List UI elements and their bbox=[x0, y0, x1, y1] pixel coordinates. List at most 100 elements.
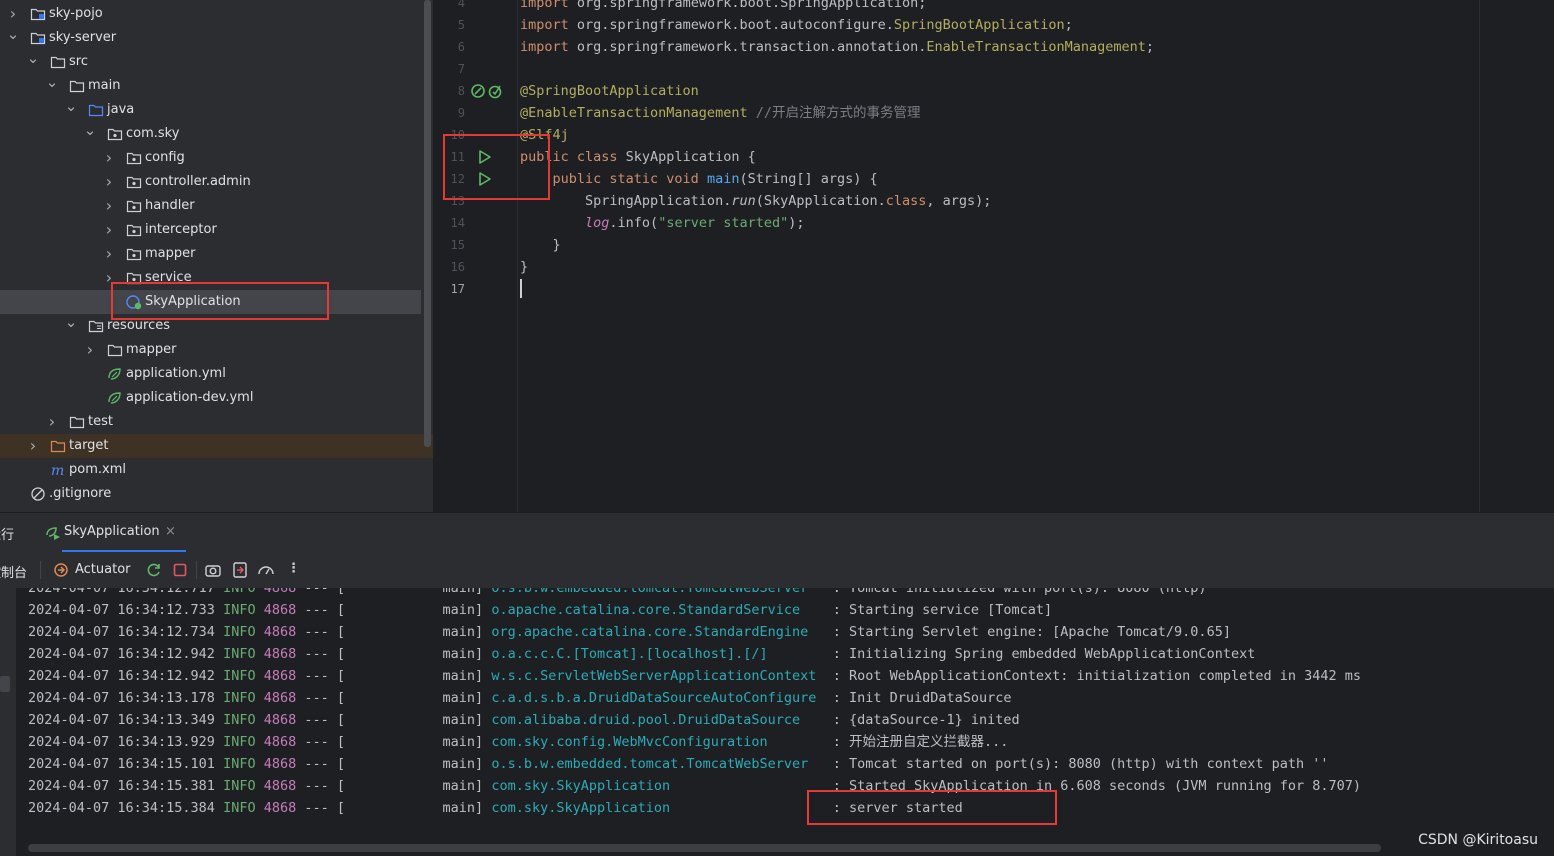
code-line-12: public static void main(String[] args) { bbox=[520, 171, 878, 187]
toolbar-divider bbox=[40, 561, 41, 579]
console-toolbar: 控制台 Actuator ⋮ bbox=[0, 552, 1554, 588]
tree-item-label: application-dev.yml bbox=[126, 390, 254, 405]
code-line-11: public class SkyApplication { bbox=[520, 149, 756, 165]
tree-item-target[interactable]: › target bbox=[0, 434, 433, 458]
package-icon bbox=[126, 174, 142, 190]
tree-item-label: com.sky bbox=[126, 126, 180, 141]
chevron-down-icon[interactable]: ⌄ bbox=[83, 118, 97, 142]
tree-item-application-dev-yml[interactable]: application-dev.yml bbox=[0, 386, 421, 410]
tree-item-gitignore[interactable]: .gitignore bbox=[0, 482, 421, 506]
tree-scrollbar[interactable] bbox=[424, 0, 431, 447]
horizontal-scrollbar[interactable] bbox=[28, 844, 1381, 852]
tree-item-controller-admin[interactable]: › controller.admin bbox=[0, 170, 421, 194]
stop-icon[interactable] bbox=[173, 563, 187, 577]
tree-item-label: pom.xml bbox=[69, 462, 126, 477]
chevron-right-icon[interactable]: › bbox=[102, 242, 116, 266]
svg-text:m: m bbox=[51, 463, 64, 478]
line-number: 15 bbox=[450, 238, 465, 252]
folder-icon bbox=[69, 414, 85, 430]
module-folder-icon bbox=[30, 6, 46, 22]
chevron-right-icon[interactable]: › bbox=[102, 170, 116, 194]
code-line-13: SpringApplication.run(SkyApplication.cla… bbox=[520, 193, 992, 209]
code-line-4: import org.springframework.boot.SpringAp… bbox=[520, 0, 927, 11]
chevron-right-icon[interactable]: › bbox=[102, 146, 116, 170]
tree-item-label: mapper bbox=[145, 246, 196, 261]
spring-yaml-icon bbox=[107, 390, 123, 406]
tree-item-src[interactable]: ⌄ src bbox=[0, 49, 421, 74]
excluded-folder-icon bbox=[50, 438, 66, 454]
tree-item-label: application.yml bbox=[126, 366, 226, 381]
camera-icon[interactable] bbox=[205, 563, 221, 577]
highlight-box-tree-skyapplication bbox=[111, 282, 329, 320]
close-icon[interactable]: × bbox=[165, 524, 176, 539]
tree-item-label: controller.admin bbox=[145, 174, 251, 189]
source-folder-icon bbox=[88, 102, 104, 118]
tree-item-label: handler bbox=[145, 198, 195, 213]
package-icon bbox=[126, 222, 142, 238]
more-options-icon[interactable]: ⋮ bbox=[287, 561, 300, 576]
console-side-toolbar bbox=[0, 588, 16, 856]
tree-item-label: java bbox=[107, 102, 135, 117]
line-number: 7 bbox=[457, 62, 465, 76]
ignore-file-icon bbox=[30, 486, 46, 502]
module-folder-icon bbox=[30, 30, 46, 46]
tree-item-mapper[interactable]: › mapper bbox=[0, 242, 421, 266]
tree-item-mapper[interactable]: › mapper bbox=[0, 338, 421, 362]
chevron-down-icon[interactable]: ⌄ bbox=[26, 46, 40, 70]
chevron-right-icon[interactable]: › bbox=[45, 410, 59, 434]
dump-threads-icon[interactable] bbox=[257, 562, 275, 578]
code-editor[interactable]: 4 5 6 7 8 9 10 11 12 13 14 15 16 17 import org.spring… bbox=[433, 0, 1554, 512]
rerun-icon[interactable] bbox=[146, 562, 162, 578]
code-line-5: import org.springframework.boot.autoconf… bbox=[520, 17, 1073, 33]
chevron-down-icon[interactable]: ⌄ bbox=[45, 70, 59, 94]
project-tree: › sky-pojo ⌄ sky-server ⌄ src ⌄ main ⌄ java ⌄ com.s… bbox=[0, 0, 433, 512]
tree-item-sky-server[interactable]: ⌄ sky-server bbox=[0, 25, 421, 50]
chevron-down-icon[interactable]: ⌄ bbox=[64, 310, 78, 334]
code-line-6: import org.springframework.transaction.a… bbox=[520, 39, 1154, 55]
chevron-right-icon[interactable]: › bbox=[102, 218, 116, 242]
tree-item-label: src bbox=[69, 54, 88, 69]
log-row: 2024-04-07 16:34:12.733 INFO 4868 --- [ … bbox=[28, 602, 1053, 618]
tree-item-pom-xml[interactable]: m pom.xml bbox=[0, 458, 421, 482]
tab-actuator[interactable]: Actuator bbox=[75, 562, 131, 577]
tab-console[interactable]: 控制台 bbox=[0, 562, 27, 581]
folder-icon bbox=[50, 54, 66, 70]
tree-item-interceptor[interactable]: › interceptor bbox=[0, 218, 421, 242]
chevron-right-icon[interactable]: › bbox=[102, 194, 116, 218]
package-icon bbox=[126, 246, 142, 262]
tree-item-label: test bbox=[88, 414, 113, 429]
chevron-down-icon[interactable]: ⌄ bbox=[64, 94, 78, 118]
tree-item-label: main bbox=[88, 78, 121, 93]
tree-item-application-yml[interactable]: application.yml bbox=[0, 362, 421, 386]
tree-item-label: sky-pojo bbox=[49, 6, 103, 21]
tree-item-sky-pojo[interactable]: › sky-pojo bbox=[0, 2, 421, 26]
chevron-right-icon[interactable]: › bbox=[26, 434, 40, 458]
line-number: 9 bbox=[457, 106, 465, 120]
tree-item-test[interactable]: › test bbox=[0, 410, 421, 434]
log-row: 2024-04-07 16:34:13.178 INFO 4868 --- [ … bbox=[28, 690, 1012, 706]
spring-config-gutter-icon[interactable] bbox=[487, 83, 503, 99]
line-number: 16 bbox=[450, 260, 465, 274]
export-icon[interactable] bbox=[233, 562, 247, 578]
editor-gutter: 4 5 6 7 8 9 10 11 12 13 14 15 16 17 bbox=[433, 0, 518, 512]
right-margin-guide bbox=[1479, 0, 1480, 512]
run-tool-window-title: 运行 bbox=[0, 528, 15, 543]
maven-icon: m bbox=[50, 462, 66, 479]
tree-item-java[interactable]: ⌄ java bbox=[0, 97, 421, 122]
spring-bean-gutter-icon[interactable] bbox=[470, 83, 486, 99]
chevron-right-icon[interactable]: › bbox=[83, 338, 97, 362]
chevron-down-icon[interactable]: ⌄ bbox=[6, 22, 20, 46]
tree-item-label: config bbox=[145, 150, 185, 165]
folder-icon bbox=[107, 342, 123, 358]
tab-skyapplication[interactable]: SkyApplication × bbox=[34, 513, 186, 553]
tree-item-config[interactable]: › config bbox=[0, 146, 421, 170]
line-number: 4 bbox=[457, 0, 465, 10]
tree-item-label: mapper bbox=[126, 342, 177, 357]
package-icon bbox=[126, 150, 142, 166]
console-output[interactable]: 2024-04-07 16:34:12.717 INFO 4868 --- [ … bbox=[0, 588, 1554, 856]
tree-item-com-sky[interactable]: ⌄ com.sky bbox=[0, 121, 421, 146]
soft-wrap-icon[interactable] bbox=[0, 676, 10, 692]
tree-item-handler[interactable]: › handler bbox=[0, 194, 421, 218]
log-row: 2024-04-07 16:34:12.942 INFO 4868 --- [ … bbox=[28, 646, 1256, 662]
tree-item-label: .gitignore bbox=[49, 486, 112, 501]
